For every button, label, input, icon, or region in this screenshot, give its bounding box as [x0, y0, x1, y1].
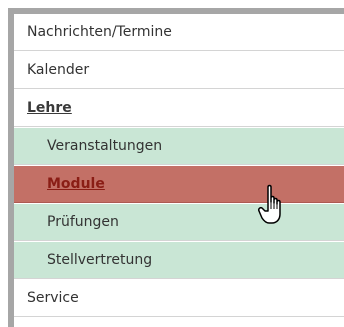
submenu-item-label: Veranstaltungen — [47, 138, 163, 154]
submenu-item-veranstaltungen[interactable]: Veranstaltungen — [14, 128, 344, 165]
menu-item-label: Kalender — [27, 62, 90, 78]
submenu-item-label: Prüfungen — [47, 214, 119, 230]
hand-pointer-icon — [258, 184, 281, 224]
navigation-menu: Nachrichten/Termine Kalender Lehre Veran… — [14, 14, 344, 327]
menu-item-label: Nachrichten/Termine — [27, 24, 172, 40]
menu-item-label: Lehre — [27, 100, 72, 116]
menu-item-lehre[interactable]: Lehre — [14, 90, 344, 127]
submenu-item-module[interactable]: Module — [14, 166, 344, 203]
navigation-panel: Nachrichten/Termine Kalender Lehre Veran… — [0, 0, 344, 327]
submenu-item-pruefungen[interactable]: Prüfungen — [14, 204, 344, 241]
menu-item-label: Service — [27, 290, 79, 306]
menu-item-kalender[interactable]: Kalender — [14, 52, 344, 89]
submenu-item-stellvertretung[interactable]: Stellvertretung — [14, 242, 344, 279]
submenu-item-label: Module — [47, 176, 105, 192]
menu-item-service[interactable]: Service — [14, 280, 344, 317]
menu-item-nachrichten-termine[interactable]: Nachrichten/Termine — [14, 14, 344, 51]
submenu-item-label: Stellvertretung — [47, 252, 153, 268]
